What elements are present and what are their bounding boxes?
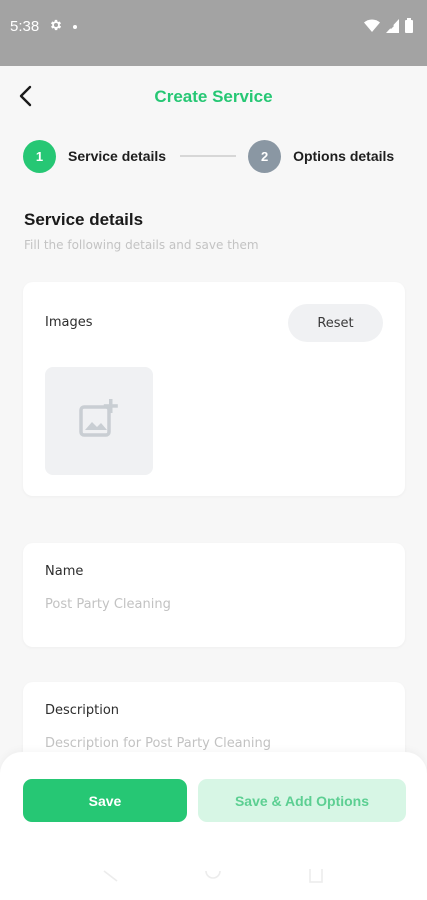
system-nav-bar: [0, 852, 427, 900]
app-header: Create Service: [0, 66, 427, 128]
name-card[interactable]: Name Post Party Cleaning: [23, 543, 405, 647]
notification-dot-icon: [73, 24, 78, 29]
add-photo-icon: [77, 397, 121, 445]
status-right: [364, 18, 413, 37]
name-label: Name: [45, 564, 84, 579]
signal-icon: [386, 18, 399, 37]
nav-back-icon[interactable]: [102, 869, 120, 883]
wifi-icon: [364, 18, 380, 37]
save-button[interactable]: Save: [23, 779, 187, 822]
add-image-button[interactable]: [45, 367, 153, 475]
stepper: 1 Service details 2 Options details: [23, 139, 413, 173]
status-left: 5:38: [10, 18, 78, 35]
page-title: Create Service: [154, 87, 273, 106]
step-2-indicator[interactable]: 2: [248, 139, 282, 173]
images-label: Images: [45, 315, 93, 330]
status-time: 5:38: [10, 18, 40, 35]
step-2-label[interactable]: Options details: [293, 148, 394, 164]
battery-icon: [405, 18, 413, 37]
nav-home-icon[interactable]: [204, 869, 222, 883]
save-add-options-button[interactable]: Save & Add Options: [198, 779, 406, 822]
nav-recents-icon[interactable]: [307, 869, 325, 883]
status-bar: 5:38: [0, 0, 427, 66]
reset-button[interactable]: Reset: [288, 304, 383, 342]
description-field[interactable]: Description for Post Party Cleaning: [45, 736, 271, 751]
back-arrow-icon: [18, 85, 34, 111]
description-label: Description: [45, 703, 120, 718]
step-1-indicator[interactable]: 1: [23, 139, 56, 173]
bottom-action-bar: Save Save & Add Options: [0, 752, 427, 900]
back-button[interactable]: [12, 84, 40, 112]
step-connector: [180, 155, 237, 157]
section-subtitle: Fill the following details and save them: [24, 238, 259, 252]
section-title: Service details: [24, 210, 144, 229]
name-field[interactable]: Post Party Cleaning: [45, 597, 171, 612]
images-card: Images Reset: [23, 282, 405, 496]
gear-icon: [49, 18, 63, 35]
step-1-label[interactable]: Service details: [68, 148, 166, 164]
